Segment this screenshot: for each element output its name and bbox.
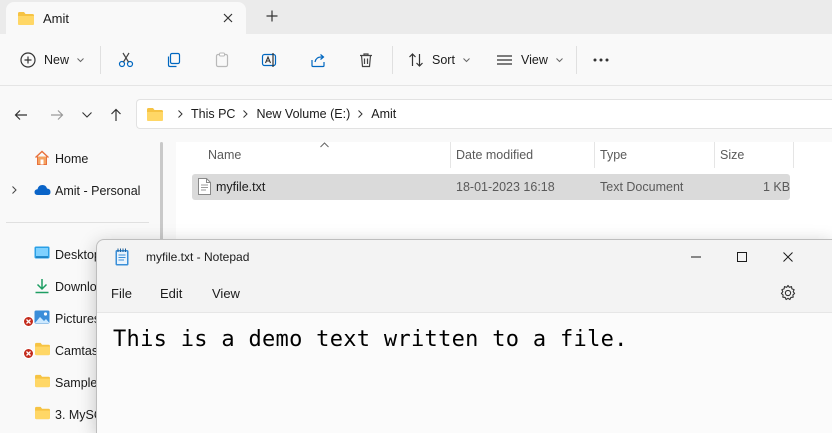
menu-file[interactable]: File [111,286,132,301]
address-bar-row: This PC New Volume (E:) Amit [0,86,832,142]
paste-button[interactable] [212,46,232,74]
rename-icon [261,52,279,68]
forward-arrow-icon[interactable] [48,106,66,124]
folder-icon [34,342,51,356]
chevron-down-icon [463,57,470,63]
column-header-type[interactable]: Type [600,148,627,162]
table-row[interactable]: myfile.txt 18-01-2023 16:18 Text Documen… [192,174,790,200]
chevron-right-icon [358,110,363,118]
breadcrumb-this-pc[interactable]: This PC [191,107,235,121]
folder-icon [34,374,51,388]
breadcrumb-amit[interactable]: Amit [371,107,396,121]
column-divider[interactable] [714,142,715,168]
plus-circle-icon [20,52,36,68]
menu-view[interactable]: View [212,286,240,301]
notepad-window: myfile.txt - Notepad File Edit View This… [96,239,832,433]
notepad-title-bar[interactable]: myfile.txt - Notepad [97,240,832,274]
notepad-menu-bar: File Edit View [97,274,832,312]
sort-ascending-icon [320,142,329,148]
chevron-right-icon [178,110,183,118]
download-icon [34,278,50,294]
home-icon [34,150,50,166]
notepad-content: This is a demo text written to a file. [113,327,628,352]
folder-icon [17,11,35,26]
navigation-scrollbar[interactable] [160,142,163,252]
cloud-icon [34,184,51,196]
nav-divider [6,222,149,223]
toolbar-divider [100,46,101,74]
toolbar-divider [392,46,393,74]
trash-icon [358,52,374,68]
column-divider[interactable] [450,142,451,168]
breadcrumb-new-volume[interactable]: New Volume (E:) [256,107,350,121]
sort-button[interactable]: Sort [408,46,470,74]
sidebar-item-label: Amit - Personal [55,184,141,198]
notepad-text-area[interactable]: This is a demo text written to a file. [97,312,832,433]
file-size: 1 KB [763,180,791,194]
tab-amit[interactable]: Amit [6,2,246,34]
notepad-icon [115,248,129,266]
back-arrow-icon[interactable] [12,106,30,124]
maximize-icon[interactable] [719,240,765,274]
notepad-title: myfile.txt - Notepad [146,250,250,264]
sidebar-item-onedrive[interactable]: Amit - Personal [0,176,150,204]
sidebar-item-label: Sample [55,376,98,390]
tab-label: Amit [43,10,69,26]
chevron-right-icon[interactable] [12,186,17,194]
sidebar-item-label: Home [55,152,89,166]
clipboard-icon [214,52,230,68]
view-button[interactable]: View [496,46,563,74]
rename-button[interactable] [260,46,280,74]
tab-strip: Amit [0,0,832,34]
chevron-down-icon [77,57,84,63]
recent-locations-chevron-icon[interactable] [78,106,96,124]
up-arrow-icon[interactable] [107,106,125,124]
chevron-down-icon [556,57,563,63]
column-divider[interactable] [793,142,794,168]
folder-icon [34,406,51,420]
column-header-date-modified[interactable]: Date modified [456,148,533,162]
file-type: Text Document [600,180,684,194]
new-tab-icon[interactable] [264,8,280,24]
menu-edit[interactable]: Edit [160,286,182,301]
view-label: View [521,53,548,67]
view-list-icon [496,53,513,67]
pictures-icon [34,310,50,324]
close-tab-icon[interactable] [220,10,236,26]
sidebar-item-label: Pictures [55,312,101,326]
column-header-name[interactable]: Name [208,148,241,162]
cut-button[interactable] [116,46,136,74]
column-header-size[interactable]: Size [720,148,744,162]
close-icon[interactable] [765,240,811,274]
more-options-button[interactable] [592,46,610,74]
file-name: myfile.txt [216,180,266,194]
more-icon [593,58,609,62]
desktop-icon [34,246,50,260]
toolbar-divider [576,46,577,74]
sort-label: Sort [432,53,455,67]
new-button[interactable]: New [20,46,84,74]
new-label: New [44,53,70,67]
error-badge-icon [23,316,34,327]
minimize-icon[interactable] [673,240,719,274]
file-date-modified: 18-01-2023 16:18 [456,180,555,194]
chevron-right-icon [243,110,249,118]
copy-icon [166,52,182,68]
sidebar-item-home[interactable]: Home [0,144,150,172]
share-icon [310,52,326,68]
text-file-icon [198,178,211,195]
gear-icon[interactable] [779,284,797,302]
sort-icon [408,52,424,68]
sidebar-item-label: Desktop [55,248,101,262]
share-button[interactable] [308,46,328,74]
scissors-icon [118,52,134,68]
column-divider[interactable] [594,142,595,168]
copy-button[interactable] [164,46,184,74]
folder-icon [146,107,164,122]
command-bar: New Sort View [0,34,832,86]
delete-button[interactable] [356,46,376,74]
error-badge-icon [23,348,34,359]
breadcrumb[interactable]: This PC New Volume (E:) Amit [136,99,832,129]
